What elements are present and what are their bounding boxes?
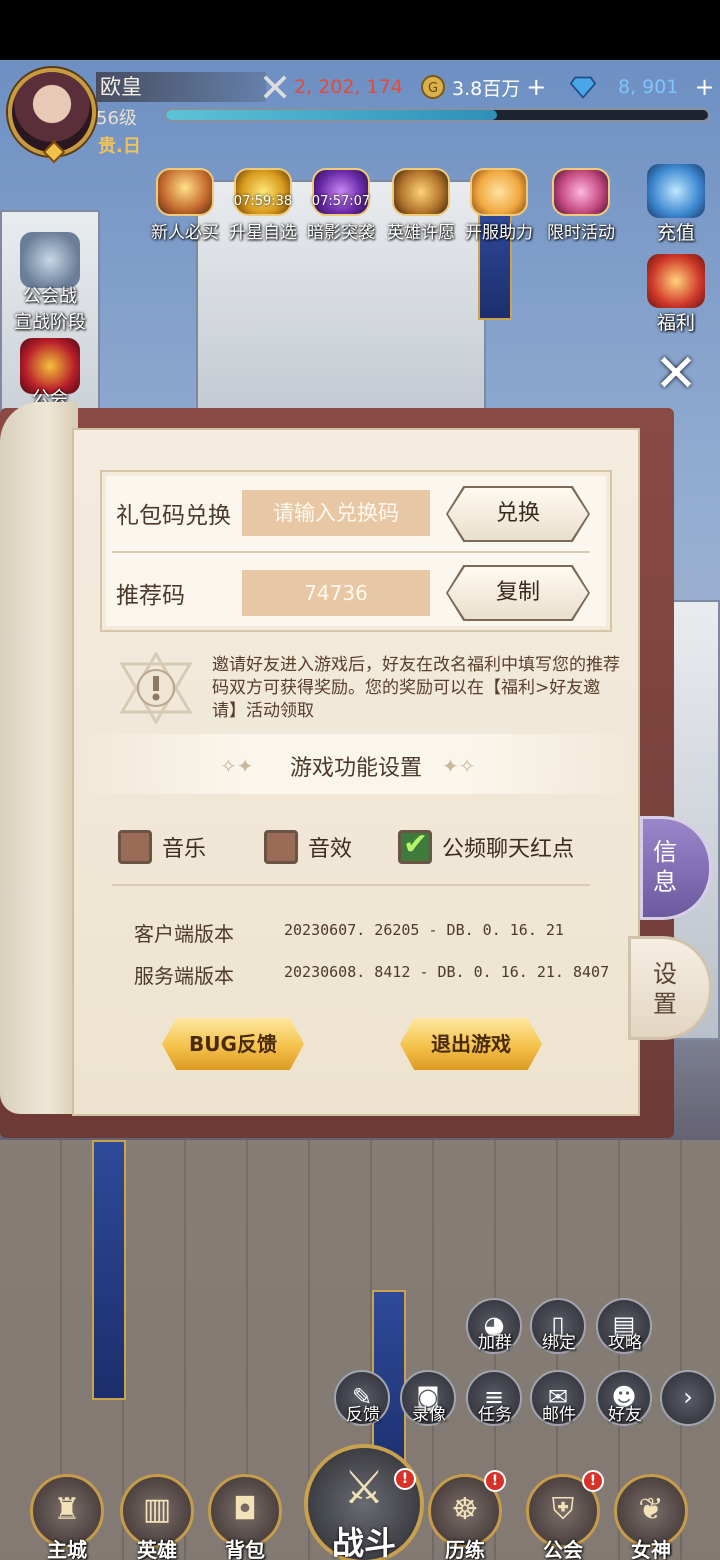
sound-effect-checkbox[interactable] (264, 830, 298, 864)
tab-settings-label: 设置 (653, 960, 677, 1018)
nav-bag[interactable]: ◘ 背包 (200, 1474, 290, 1560)
event-shadow-raid[interactable]: 07:57:07 暗影突袭 (302, 168, 380, 243)
mail-button[interactable]: ✉ 邮件 (530, 1370, 588, 1426)
event-newbie-pack[interactable]: 新人必买 (146, 168, 224, 243)
tab-info-label: 信息 (653, 838, 677, 896)
player-avatar[interactable] (8, 68, 96, 164)
copy-button[interactable]: 复制 (448, 567, 588, 619)
gold-value: 3.8百万 (452, 77, 521, 100)
client-version-value: 20230607. 26205 - DB. 0. 16. 21 (284, 921, 564, 939)
training-alert-badge: ! (484, 1470, 506, 1492)
expand-menu-button[interactable]: › (660, 1370, 718, 1426)
diamond-value: 8, 901 (618, 76, 679, 98)
battle-alert-badge: ! (394, 1468, 416, 1490)
friends-button[interactable]: ☻ 好友 (596, 1370, 654, 1426)
power-stat: 2, 202, 174 (262, 72, 403, 102)
event-limited-time[interactable]: 限时活动 (542, 168, 620, 243)
event-hero-wish[interactable]: 英雄许愿 (382, 168, 460, 243)
mascot-icon (470, 168, 528, 216)
add-gold-button[interactable]: + (526, 73, 546, 101)
exp-bar (164, 108, 710, 122)
crossed-swords-icon (262, 74, 288, 100)
guild-alert-badge: ! (582, 1470, 604, 1492)
sound-effect-label: 音效 (308, 837, 353, 862)
client-version-label: 客户端版本 (134, 922, 234, 946)
castle-icon (20, 232, 80, 288)
music-toggle[interactable]: 音乐 (118, 830, 206, 864)
gold-stat: G 3.8百万 + (420, 72, 546, 102)
close-icon[interactable]: ✕ (648, 346, 704, 402)
chat-reddot-label: 公频聊天红点 (442, 837, 575, 862)
power-value: 2, 202, 174 (294, 76, 403, 98)
diamond-stat: 8, 901 + (570, 72, 715, 102)
gift-box-icon (647, 254, 705, 308)
welfare-button[interactable]: 福利 (640, 254, 712, 335)
exp-bar-fill (166, 110, 497, 120)
chevron-right-icon: › (660, 1370, 716, 1426)
referral-code-value: 74736 (242, 570, 430, 616)
bug-report-button[interactable]: BUG反馈 (162, 1018, 304, 1070)
code-divider (112, 551, 590, 553)
invite-notice: 邀请好友进入游戏后，好友在改名福利中填写您的推荐码双方可获得奖励。您的奖励可以在… (100, 646, 630, 732)
sparkle-right-icon: ✦✧ (442, 754, 476, 778)
music-label: 音乐 (162, 837, 207, 862)
tasks-button[interactable]: ≡ 任务 (466, 1370, 524, 1426)
gift-icon (156, 168, 214, 216)
server-version-value: 20230608. 8412 - DB. 0. 16. 21. 8407 (284, 963, 610, 981)
feedback-button[interactable]: ✎ 反馈 (334, 1370, 392, 1426)
game-settings-header: ✧✦ 游戏功能设置 ✦✧ (74, 734, 638, 794)
gift-code-label: 礼包码兑换 (116, 503, 231, 529)
nav-goddess[interactable]: ❦ 女神 (606, 1474, 696, 1560)
invite-notice-text: 邀请好友进入游戏后，好友在改名福利中填写您的推荐码双方可获得奖励。您的奖励可以在… (212, 655, 620, 721)
music-checkbox[interactable] (118, 830, 152, 864)
game-settings-title: 游戏功能设置 (289, 756, 422, 781)
sound-effect-toggle[interactable]: 音效 (264, 830, 352, 864)
settings-divider (112, 884, 590, 886)
clock-gift-icon (552, 168, 610, 216)
wall-banner-left (92, 1140, 126, 1400)
warning-icon (119, 651, 193, 725)
vip-rank: 贵.日 (98, 136, 141, 157)
guild-war-button[interactable]: 公会战 宣战阶段 (8, 232, 92, 334)
redeem-button[interactable]: 兑换 (448, 488, 588, 540)
chat-reddot-toggle[interactable]: 公频聊天红点 (398, 827, 575, 864)
svg-text:G: G (428, 81, 438, 96)
diamond-icon (570, 74, 596, 100)
diamond-pile-icon (647, 164, 705, 218)
nav-heroes[interactable]: ▥ 英雄 (112, 1474, 202, 1560)
nav-battle[interactable]: ⚔ 战斗 (304, 1444, 424, 1560)
gift-code-input[interactable] (242, 490, 430, 536)
player-name: 欧皇 (96, 72, 266, 102)
recharge-button[interactable]: 充值 (640, 164, 712, 245)
player-level: 56级 (96, 108, 137, 129)
join-group-button[interactable]: ◕ 加群 (466, 1298, 524, 1354)
bind-account-button[interactable]: ▯ 绑定 (530, 1298, 588, 1354)
wish-tree-icon (392, 168, 450, 216)
add-diamond-button[interactable]: + (694, 73, 714, 101)
guide-button[interactable]: ▤ 攻略 (596, 1298, 654, 1354)
server-version-label: 服务端版本 (134, 964, 234, 988)
nav-main-city[interactable]: ♜ 主城 (22, 1474, 112, 1560)
replay-button[interactable]: ◙ 录像 (400, 1370, 458, 1426)
event-server-boost[interactable]: 开服助力 (460, 168, 538, 243)
gold-coin-icon: G (420, 74, 446, 100)
event-star-select[interactable]: 07:59:38 升星自选 (224, 168, 302, 243)
referral-code-label: 推荐码 (116, 583, 185, 609)
book-left-page (0, 402, 78, 1114)
exit-game-button[interactable]: 退出游戏 (400, 1018, 542, 1070)
chat-reddot-checkbox[interactable] (398, 827, 432, 864)
